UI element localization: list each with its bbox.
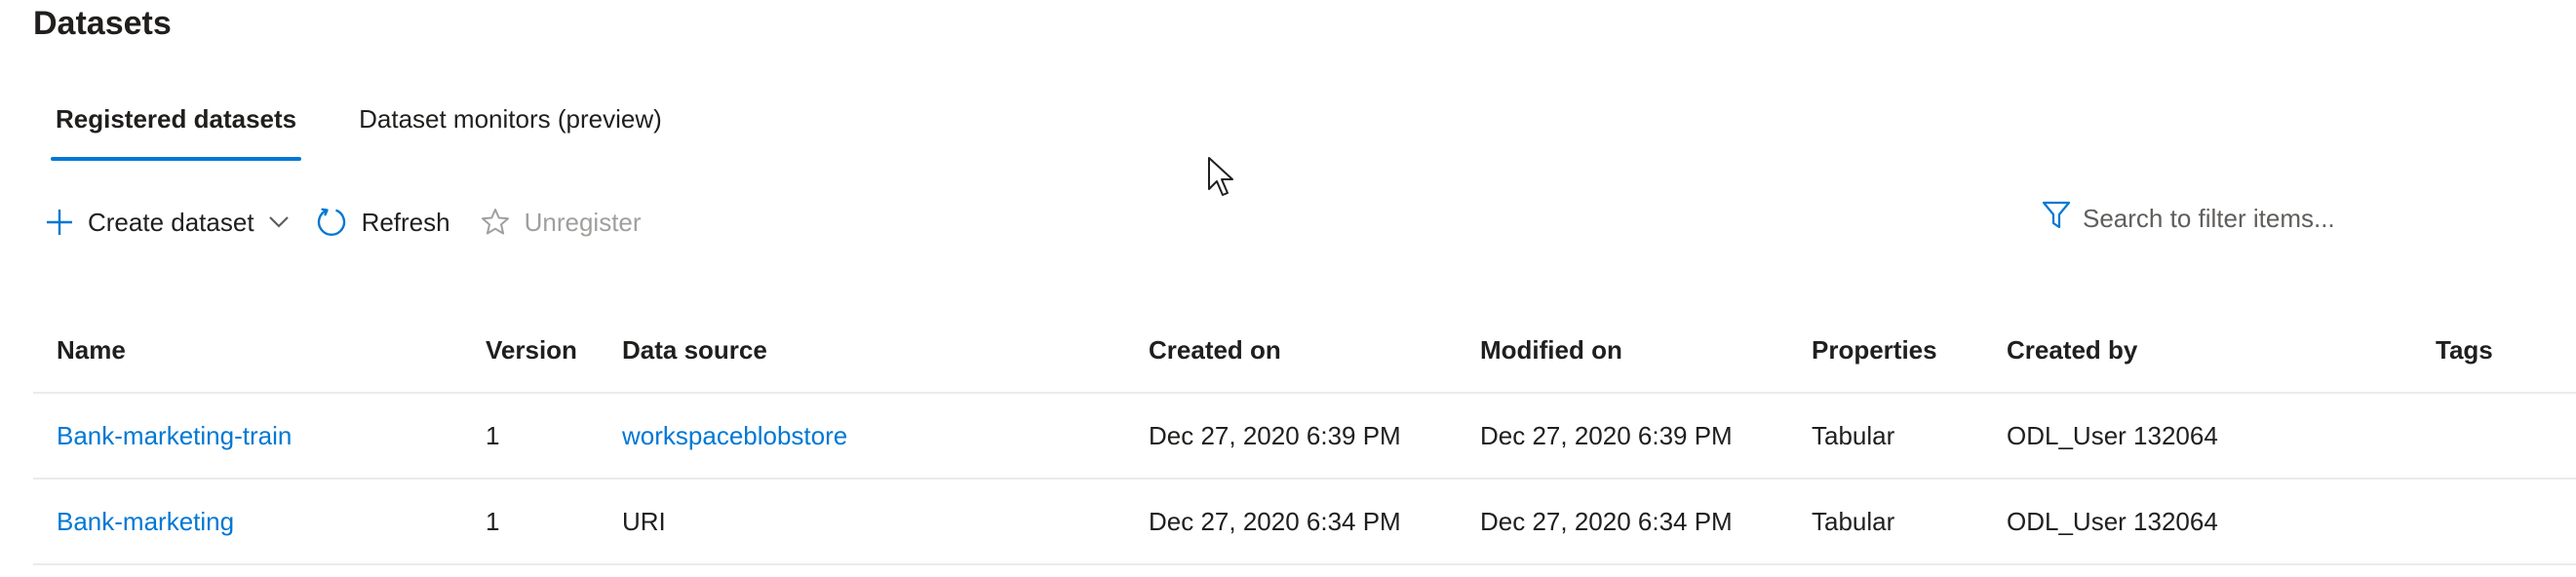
refresh-icon [315, 206, 348, 239]
dataset-version: 1 [486, 507, 500, 536]
dataset-version: 1 [486, 421, 500, 450]
table-row[interactable]: Bank-marketing 1 URI Dec 27, 2020 6:34 P… [33, 480, 2576, 565]
unregister-label: Unregister [524, 207, 642, 237]
created-on-value: Dec 27, 2020 6:39 PM [1149, 421, 1401, 450]
created-by-value: ODL_User 132064 [2007, 507, 2218, 536]
column-header-data-source[interactable]: Data source [622, 308, 767, 392]
modified-on-value: Dec 27, 2020 6:34 PM [1480, 507, 1733, 536]
filter-icon [2042, 200, 2071, 238]
dataset-name-link[interactable]: Bank-marketing-train [57, 394, 292, 478]
tab-bar: Registered datasets Dataset monitors (pr… [51, 97, 667, 162]
column-header-created-on[interactable]: Created on [1149, 308, 1281, 392]
tab-dataset-monitors[interactable]: Dataset monitors (preview) [354, 97, 667, 162]
datasets-table: Name Version Data source Created on Modi… [33, 308, 2576, 565]
column-header-name[interactable]: Name [57, 308, 126, 392]
command-bar: Create dataset Refresh Unregister [45, 199, 642, 246]
unregister-button[interactable]: Unregister [480, 207, 642, 238]
create-dataset-button[interactable]: Create dataset [45, 208, 290, 238]
column-header-created-by[interactable]: Created by [2007, 308, 2137, 392]
datasets-page: Datasets Registered datasets Dataset mon… [0, 0, 2576, 577]
chevron-down-icon [268, 215, 290, 229]
data-source-value: URI [622, 507, 666, 536]
plus-icon [45, 208, 74, 237]
refresh-label: Refresh [361, 207, 450, 237]
column-header-properties[interactable]: Properties [1812, 308, 1937, 392]
page-title: Datasets [33, 5, 172, 42]
table-header-row: Name Version Data source Created on Modi… [33, 308, 2576, 394]
modified-on-value: Dec 27, 2020 6:39 PM [1480, 421, 1733, 450]
search-input[interactable]: Search to filter items... [2083, 204, 2335, 234]
filter-search-box[interactable]: Search to filter items... [2042, 197, 2335, 240]
mouse-cursor-icon [1207, 156, 1236, 204]
tab-registered-datasets[interactable]: Registered datasets [51, 97, 302, 162]
table-row[interactable]: Bank-marketing-train 1 workspaceblobstor… [33, 394, 2576, 480]
column-header-version[interactable]: Version [486, 308, 577, 392]
create-dataset-label: Create dataset [88, 207, 254, 237]
properties-value: Tabular [1812, 507, 1895, 536]
star-icon [480, 207, 511, 238]
dataset-name-link[interactable]: Bank-marketing [57, 480, 234, 563]
column-header-tags[interactable]: Tags [2436, 308, 2493, 392]
created-on-value: Dec 27, 2020 6:34 PM [1149, 507, 1401, 536]
properties-value: Tabular [1812, 421, 1895, 450]
data-source-link[interactable]: workspaceblobstore [622, 394, 847, 478]
column-header-modified-on[interactable]: Modified on [1480, 308, 1622, 392]
refresh-button[interactable]: Refresh [315, 206, 450, 239]
created-by-value: ODL_User 132064 [2007, 421, 2218, 450]
